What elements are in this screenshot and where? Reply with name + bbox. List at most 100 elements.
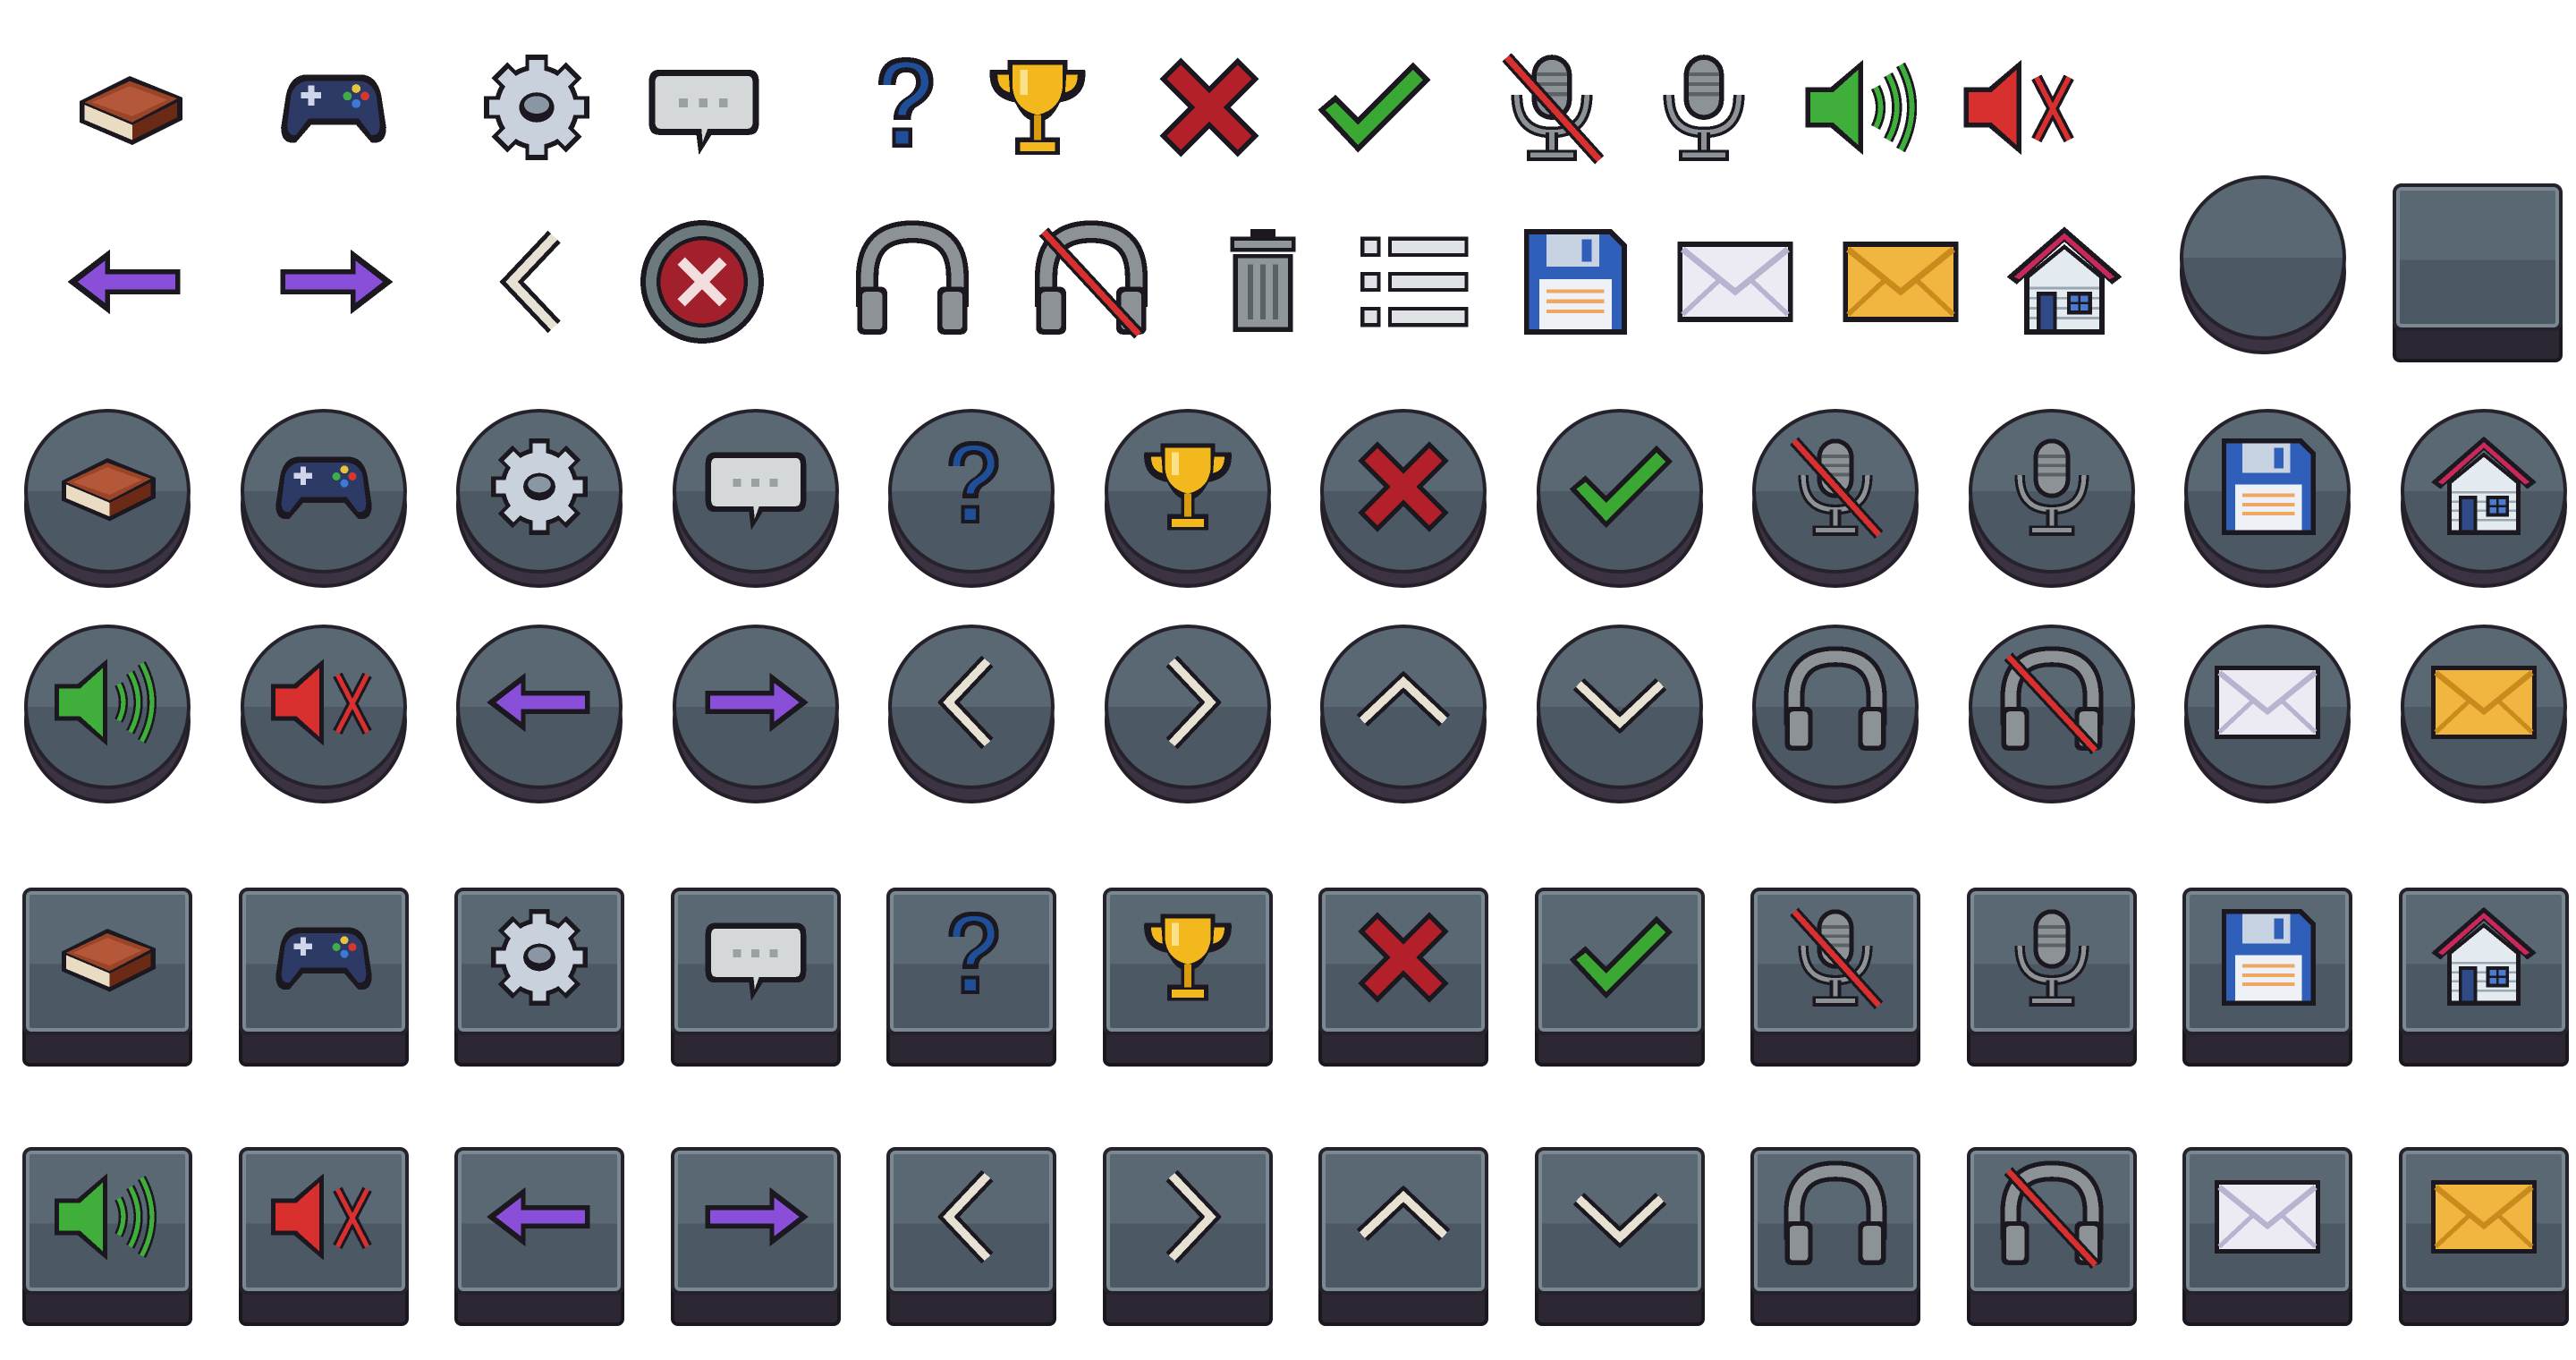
round-button-chevron-left[interactable]	[882, 620, 1061, 808]
loose-icon-cell	[1507, 206, 1641, 358]
trophy-icon	[1143, 443, 1232, 531]
loose-icon-cell	[635, 206, 769, 358]
chevron-left-icon	[937, 655, 994, 750]
chevron-left-icon	[937, 1169, 994, 1263]
square-button-gear[interactable]	[450, 879, 629, 1067]
blank-round-button[interactable]	[2180, 175, 2346, 354]
button-icon-holder	[1098, 1138, 1277, 1295]
square-button-microphone[interactable]	[1962, 879, 2141, 1067]
square-button-arrow-left-purple[interactable]	[450, 1138, 629, 1326]
round-button-headphones-muted[interactable]	[1962, 620, 2141, 808]
round-button-arrow-right-purple[interactable]	[666, 620, 845, 808]
list-icon	[1360, 236, 1469, 327]
headphones-muted-icon	[1035, 220, 1148, 339]
square-button-question-mark[interactable]	[882, 879, 1061, 1067]
button-icon-holder	[234, 404, 413, 569]
round-button-gamepad[interactable]	[234, 404, 413, 592]
round-button-chevron-down[interactable]	[1530, 620, 1709, 808]
square-button-envelope-yellow[interactable]	[2394, 1138, 2573, 1326]
trophy-icon	[1143, 913, 1232, 1001]
floppy-disk-icon	[2221, 438, 2316, 535]
button-icon-holder	[1962, 620, 2141, 785]
button-icon-holder	[1962, 404, 2141, 569]
round-button-microphone-muted[interactable]	[1746, 404, 1925, 592]
square-button-chevron-down[interactable]	[1530, 1138, 1709, 1326]
button-icon-holder	[1746, 404, 1925, 569]
button-icon-holder	[234, 879, 413, 1035]
button-icon-holder	[2178, 404, 2357, 569]
loose-icon-cell	[1485, 31, 1619, 183]
square-button-cross[interactable]	[1314, 879, 1493, 1067]
loose-icon-cell	[470, 31, 604, 183]
blank-square-button[interactable]	[2393, 183, 2563, 362]
envelope-yellow-icon	[2430, 666, 2537, 739]
round-button-speech-bubble[interactable]	[666, 404, 845, 592]
loose-icon-cell	[267, 31, 401, 183]
button-icon-holder	[2394, 620, 2573, 785]
button-icon-holder	[1746, 1138, 1925, 1295]
loose-icon-cell	[970, 31, 1105, 183]
book-icon	[80, 76, 182, 145]
square-button-speaker-muted[interactable]	[234, 1138, 413, 1326]
button-icon-holder	[18, 404, 197, 569]
square-button-arrow-right-purple[interactable]	[666, 1138, 845, 1326]
square-button-headphones[interactable]	[1746, 1138, 1925, 1326]
round-button-chevron-up[interactable]	[1314, 620, 1493, 808]
round-button-trophy[interactable]	[1098, 404, 1277, 592]
question-mark-icon	[948, 911, 999, 994]
round-button-headphones[interactable]	[1746, 620, 1925, 808]
square-button-speaker-on[interactable]	[18, 1138, 197, 1326]
headphones-icon	[1784, 646, 1887, 751]
round-button-house[interactable]	[2394, 404, 2573, 592]
chevron-up-icon	[1356, 1185, 1451, 1241]
square-button-book[interactable]	[18, 879, 197, 1067]
loose-icon-cell	[1668, 206, 1802, 358]
square-button-chevron-up[interactable]	[1314, 1138, 1493, 1326]
button-icon-holder	[666, 404, 845, 569]
round-button-chevron-right[interactable]	[1098, 620, 1277, 808]
headphones-icon	[856, 220, 969, 335]
microphone-muted-icon	[1790, 907, 1884, 1009]
round-button-cross[interactable]	[1314, 404, 1493, 592]
trophy-icon	[989, 59, 1086, 156]
square-button-headphones-muted[interactable]	[1962, 1138, 2141, 1326]
square-button-speech-bubble[interactable]	[666, 879, 845, 1067]
round-button-microphone[interactable]	[1962, 404, 2141, 592]
round-button-envelope-yellow[interactable]	[2394, 620, 2573, 808]
square-button-microphone-muted[interactable]	[1746, 879, 1925, 1067]
square-buttons-row-1	[0, 879, 2576, 1071]
loose-icon-cell	[836, 31, 970, 183]
square-button-floppy-disk[interactable]	[2178, 879, 2357, 1067]
square-button-chevron-right[interactable]	[1098, 1138, 1277, 1326]
square-button-trophy[interactable]	[1098, 879, 1277, 1067]
square-button-gamepad[interactable]	[234, 879, 413, 1067]
square-button-house[interactable]	[2394, 879, 2573, 1067]
button-icon-holder	[1962, 879, 2141, 1035]
square-button-chevron-left[interactable]	[882, 1138, 1061, 1326]
floppy-disk-icon	[1524, 229, 1627, 335]
round-button-speaker-on[interactable]	[18, 620, 197, 808]
loose-icons-row-2	[0, 175, 2576, 376]
round-button-floppy-disk[interactable]	[2178, 404, 2357, 592]
round-button-envelope-white[interactable]	[2178, 620, 2357, 808]
trash-icon	[1230, 229, 1296, 332]
round-button-question-mark[interactable]	[882, 404, 1061, 592]
round-button-speaker-muted[interactable]	[234, 620, 413, 808]
round-button-gear[interactable]	[450, 404, 629, 592]
speaker-muted-icon	[270, 659, 372, 746]
button-icon-holder	[882, 620, 1061, 785]
square-button-envelope-white[interactable]	[2178, 1138, 2357, 1326]
headphones-muted-icon	[1999, 646, 2104, 755]
cross-icon	[1159, 57, 1259, 157]
button-icon-holder	[1530, 1138, 1709, 1295]
round-button-book[interactable]	[18, 404, 197, 592]
button-icon-holder	[2394, 404, 2573, 569]
loose-icon-cell	[1306, 31, 1440, 183]
speech-bubble-icon	[705, 922, 806, 1001]
gamepad-icon	[275, 456, 372, 520]
square-button-checkmark[interactable]	[1530, 879, 1709, 1067]
arrow-left-purple-icon	[487, 672, 590, 733]
round-button-arrow-left-purple[interactable]	[450, 620, 629, 808]
round-buttons-row-1	[0, 404, 2576, 597]
round-button-checkmark[interactable]	[1530, 404, 1709, 592]
